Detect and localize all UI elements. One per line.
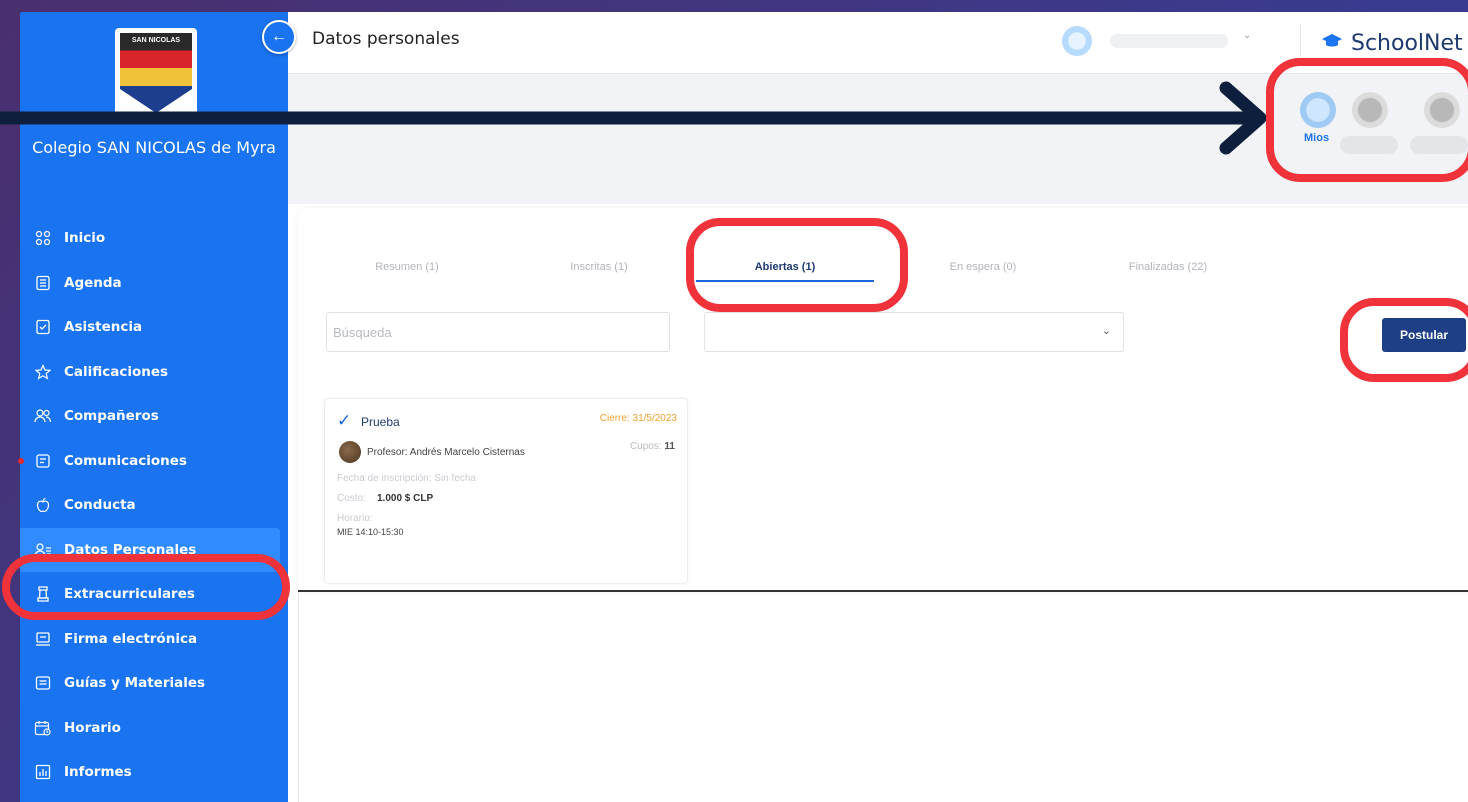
graduation-cap-icon xyxy=(1321,33,1343,54)
chevron-down-icon: ⌄ xyxy=(1101,325,1111,337)
sidebar-item-guias-materiales[interactable]: Guías y Materiales xyxy=(20,661,288,706)
sidebar-item-agenda[interactable]: Agenda xyxy=(20,261,288,306)
crest-text: SAN NICOLAS xyxy=(131,37,181,44)
report-icon xyxy=(32,763,54,781)
deadline-text: Cierre: 31/5/2023 xyxy=(599,413,677,424)
agenda-icon xyxy=(32,274,54,292)
chevron-down-icon[interactable]: ⌄ xyxy=(1243,30,1251,41)
tab-finalizadas[interactable]: Finalizadas (22) xyxy=(1088,252,1248,282)
sidebar-item-label: Horario xyxy=(64,719,121,736)
person-list-icon xyxy=(32,541,54,559)
collapse-sidebar-button[interactable]: ← xyxy=(262,20,296,54)
sidebar-item-label: Informes xyxy=(64,764,132,781)
activity-card[interactable]: ✓ Prueba Cierre: 31/5/2023 Profesor: And… xyxy=(324,398,688,584)
child-avatar-mios[interactable] xyxy=(1300,92,1336,128)
sidebar-item-label: Datos Personales xyxy=(64,541,197,558)
annotation-arrow xyxy=(0,81,1267,155)
user-name-redacted[interactable] xyxy=(1110,34,1228,48)
folder-icon xyxy=(32,674,54,692)
tab-abiertas[interactable]: Abiertas (1) xyxy=(696,252,874,282)
extracurricular-panel: Resumen (1) Inscritas (1) Abiertas (1) E… xyxy=(298,208,1468,592)
calendar-clock-icon xyxy=(32,719,54,737)
user-avatar[interactable] xyxy=(1062,26,1092,56)
activity-title: Prueba xyxy=(361,415,400,429)
star-icon xyxy=(32,363,54,381)
sidebar-item-comunicaciones[interactable]: Comunicaciones xyxy=(18,439,288,484)
teacher-avatar xyxy=(339,441,361,463)
cupos-value: 11 xyxy=(664,441,675,452)
sidebar-item-inicio[interactable]: Inicio xyxy=(20,216,288,261)
sidebar-item-label: Calificaciones xyxy=(64,363,169,380)
sidebar-item-label: Agenda xyxy=(64,274,122,291)
child-name-redacted xyxy=(1410,136,1468,154)
tab-resumen[interactable]: Resumen (1) xyxy=(332,252,482,282)
inscription-date: Fecha de inscripción: Sin fecha xyxy=(337,473,476,484)
sidebar-item-calificaciones[interactable]: Calificaciones xyxy=(20,350,288,395)
check-icon: ✓ xyxy=(337,411,352,430)
tab-inscritas[interactable]: Inscritas (1) xyxy=(524,252,674,282)
schedule-value: MIE 14:10-15:30 xyxy=(337,527,404,537)
sidebar-menu: Inicio Agenda Asistencia Calificaciones … xyxy=(18,216,288,795)
child-avatar[interactable] xyxy=(1352,92,1388,128)
people-icon xyxy=(32,407,54,425)
sidebar-item-datos-personales[interactable]: Datos Personales xyxy=(20,527,280,572)
sidebar-item-label: Comunicaciones xyxy=(64,452,187,469)
sidebar-item-label: Inicio xyxy=(64,230,106,247)
cost-value: 1.000 $ CLP xyxy=(377,493,434,504)
cupos-label: Cupos: xyxy=(629,441,662,452)
sidebar-item-conducta[interactable]: Conducta xyxy=(20,483,288,528)
cost-label: Costo: xyxy=(337,493,366,504)
child-name-redacted xyxy=(1340,136,1398,154)
chess-icon xyxy=(32,585,54,603)
apple-icon xyxy=(32,496,54,514)
sidebar-item-label: Conducta xyxy=(64,497,136,514)
teacher-name: Profesor: Andrés Marcelo Cisternas xyxy=(367,447,525,458)
sidebar-item-firma-electronica[interactable]: Firma electrónica xyxy=(20,617,288,662)
page-title: Datos personales xyxy=(312,29,460,49)
top-bar: Datos personales ⌄ SchoolNet xyxy=(288,12,1468,74)
brand-name: SchoolNet xyxy=(1351,30,1463,56)
sidebar-item-label: Extracurriculares xyxy=(64,586,195,603)
tab-bar: Resumen (1) Inscritas (1) Abiertas (1) E… xyxy=(332,252,1212,282)
sidebar-item-horario[interactable]: Horario xyxy=(20,706,288,751)
notification-dot xyxy=(18,457,24,464)
cupos: Cupos: 11 xyxy=(630,441,675,452)
sidebar-item-extracurriculares[interactable]: Extracurriculares xyxy=(20,572,288,617)
sidebar-item-informes[interactable]: Informes xyxy=(20,750,288,795)
arrow-left-icon: ← xyxy=(271,28,287,45)
postular-button[interactable]: Postular xyxy=(1382,318,1466,352)
tab-en-espera[interactable]: En espera (0) xyxy=(908,252,1058,282)
grid-icon xyxy=(32,229,54,247)
message-icon xyxy=(32,452,54,470)
sidebar-item-label: Guías y Materiales xyxy=(64,675,206,692)
child-avatar[interactable] xyxy=(1424,92,1460,128)
brand-logo: SchoolNet xyxy=(1300,24,1463,62)
schedule-label: Horario: xyxy=(337,513,373,524)
sidebar-item-label: Firma electrónica xyxy=(64,630,198,647)
child-label-mios[interactable]: Mios xyxy=(1304,132,1329,144)
sidebar-item-label: Asistencia xyxy=(64,319,143,336)
attendance-icon xyxy=(32,318,54,336)
sidebar-item-label: Compañeros xyxy=(64,408,159,425)
sidebar-item-asistencia[interactable]: Asistencia xyxy=(20,305,288,350)
sidebar-item-companeros[interactable]: Compañeros xyxy=(20,394,288,439)
filter-select[interactable]: ⌄ xyxy=(704,312,1124,352)
signature-icon xyxy=(32,630,54,648)
search-input[interactable]: Búsqueda xyxy=(326,312,670,352)
